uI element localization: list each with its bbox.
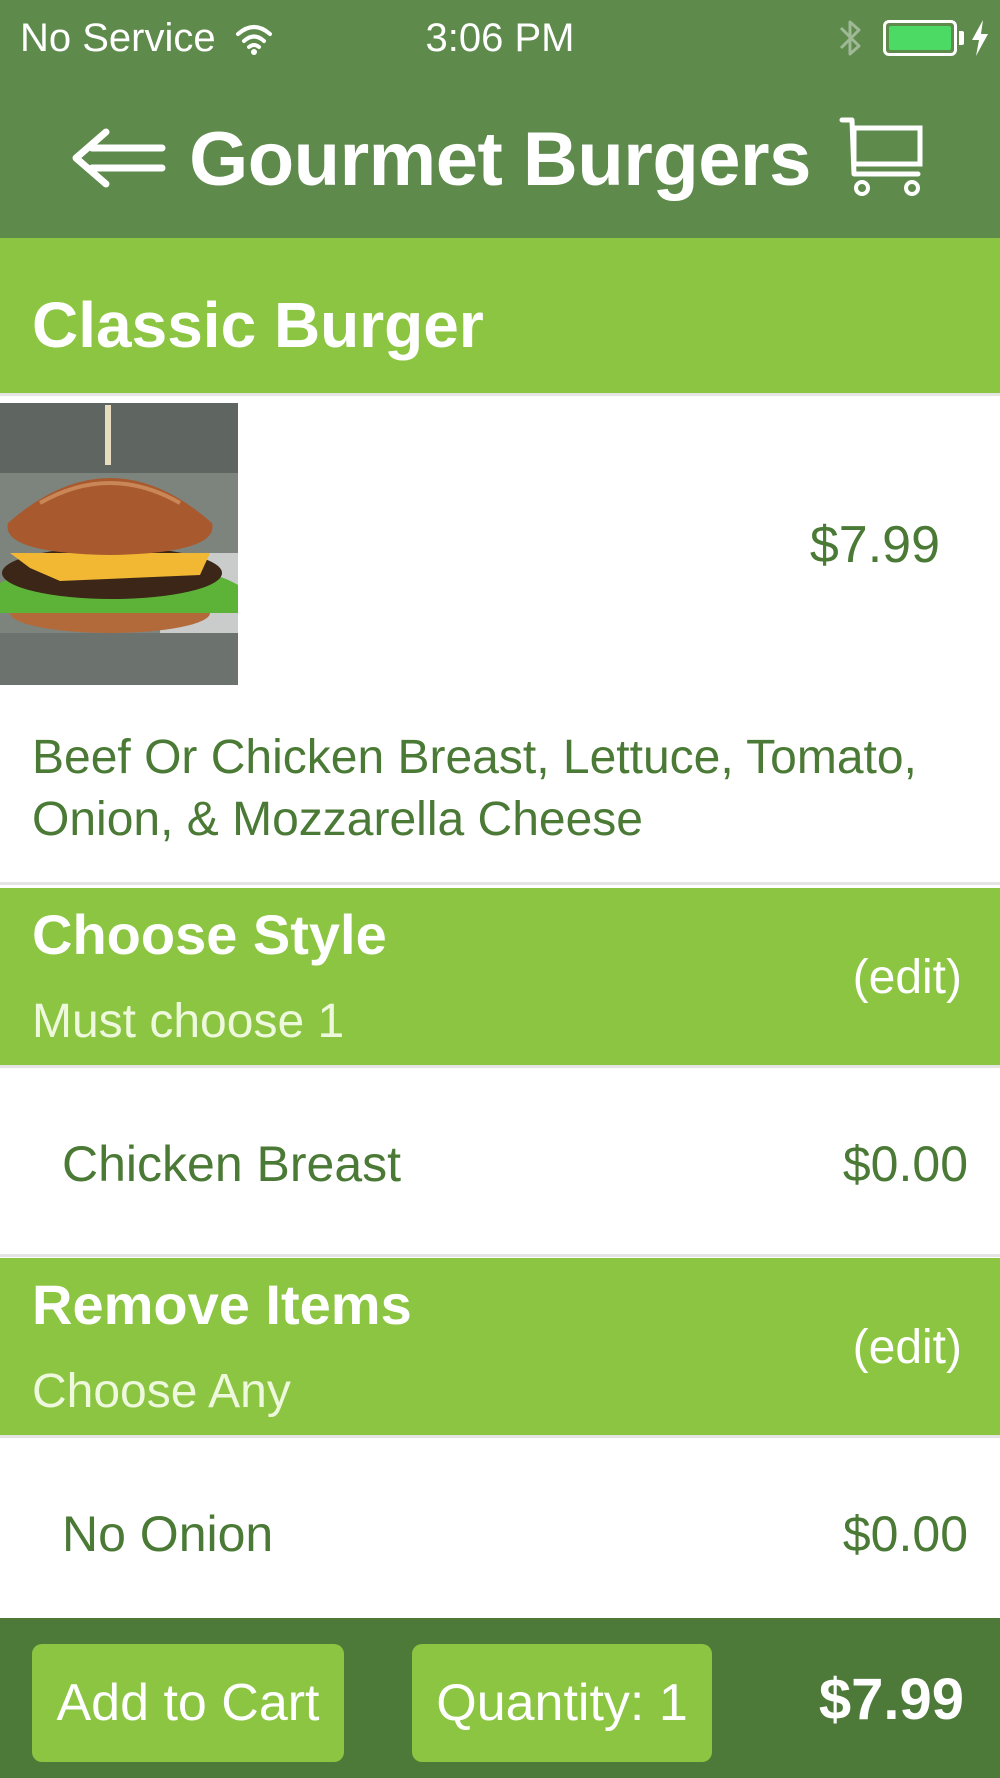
quantity-button[interactable]: Quantity: 1 [412,1644,712,1762]
battery-fill [889,26,951,50]
section-subtitle: Must choose 1 [32,995,345,1048]
battery-icon [883,20,957,56]
section-title: Remove Items [32,1273,412,1336]
order-total: $7.99 [818,1667,964,1732]
status-bar-right [837,14,990,62]
edit-style-button[interactable]: (edit) [853,950,962,1005]
nav-bar: Gourmet Burgers [0,80,1000,238]
add-to-cart-button[interactable]: Add to Cart [32,1644,344,1762]
item-price: $7.99 [809,516,940,574]
option-price: $0.00 [842,1136,968,1192]
option-price: $0.00 [842,1506,968,1562]
option-row[interactable]: Chicken Breast $0.00 [0,1071,1000,1257]
item-details: $7.99 Beef Or Chicken Breast, Lettuce, T… [0,399,1000,885]
option-row[interactable]: No Onion $0.00 [0,1441,1000,1627]
bluetooth-icon [839,20,861,56]
edit-remove-items-button[interactable]: (edit) [853,1320,962,1375]
item-description: Beef Or Chicken Breast, Lettuce, Tomato,… [32,731,917,846]
option-name: No Onion [62,1506,274,1562]
item-header: Classic Burger [0,238,1000,396]
section-subtitle: Choose Any [32,1365,291,1418]
status-bar: No Service 3:06 PM [0,0,1000,80]
cart-icon[interactable] [838,116,928,198]
bottom-bar: Add to Cart Quantity: 1 $7.99 [0,1618,1000,1778]
burger-image [0,403,238,685]
section-title: Choose Style [32,903,387,966]
remove-items-header: Remove Items Choose Any (edit) [0,1258,1000,1438]
charging-bolt-icon [972,20,988,56]
choose-style-header: Choose Style Must choose 1 (edit) [0,888,1000,1068]
battery-nub [959,31,964,45]
option-name: Chicken Breast [62,1136,402,1192]
item-title: Classic Burger [32,289,484,361]
